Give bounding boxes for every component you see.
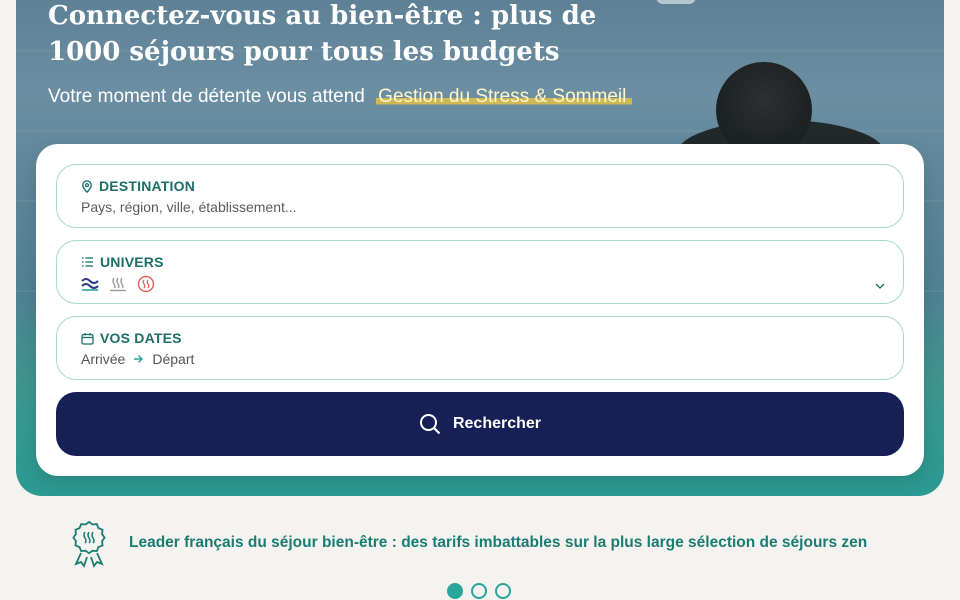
location-pin-icon <box>81 179 93 193</box>
hero-tagline: Gestion du Stress & Sommeil <box>376 86 633 108</box>
dates-field[interactable]: VOS DATES Arrivée Départ <box>56 316 904 380</box>
univers-value <box>81 275 155 296</box>
destination-value <box>81 199 681 215</box>
water-glint <box>656 0 696 4</box>
departure-date[interactable]: Départ <box>152 351 194 367</box>
dates-label: VOS DATES <box>81 330 182 346</box>
massage-icon <box>137 275 155 296</box>
spa-steam-icon <box>109 276 127 295</box>
destination-label: DESTINATION <box>81 178 195 194</box>
award-ribbon-icon <box>70 520 108 572</box>
univers-selected-icons <box>81 275 155 296</box>
calendar-icon <box>81 332 94 345</box>
univers-label: UNIVERS <box>81 254 164 270</box>
destination-field[interactable]: DESTINATION <box>56 164 904 228</box>
carousel-dot-2[interactable] <box>471 583 487 599</box>
leader-banner-text: Leader français du séjour bien-être : de… <box>129 534 868 551</box>
destination-label-text: DESTINATION <box>99 178 196 194</box>
search-card: DESTINATION UNIVERS <box>36 144 924 476</box>
dates-value: Arrivée Départ <box>81 351 194 367</box>
list-icon <box>81 256 94 268</box>
search-button[interactable]: Rechercher <box>56 392 904 456</box>
carousel-dot-3[interactable] <box>495 583 511 599</box>
hero-title: Connectez-vous au bien-être : plus de 10… <box>48 1 597 67</box>
univers-label-text: UNIVERS <box>100 254 164 270</box>
univers-field[interactable]: UNIVERS <box>56 240 904 304</box>
thalasso-icon <box>81 276 99 295</box>
dates-label-text: VOS DATES <box>100 330 182 346</box>
hero-subtitle: Votre moment de détente vous attend Gest… <box>48 86 633 108</box>
hero-subtitle-text: Votre moment de détente vous attend <box>48 86 365 107</box>
arrival-date[interactable]: Arrivée <box>81 351 125 367</box>
carousel-dots <box>447 583 511 599</box>
arrow-right-icon <box>133 354 144 364</box>
search-button-label: Rechercher <box>452 415 542 432</box>
carousel-dot-1[interactable] <box>447 583 463 599</box>
search-icon <box>419 413 441 435</box>
chevron-down-icon[interactable] <box>875 275 885 294</box>
destination-input[interactable] <box>81 199 681 215</box>
